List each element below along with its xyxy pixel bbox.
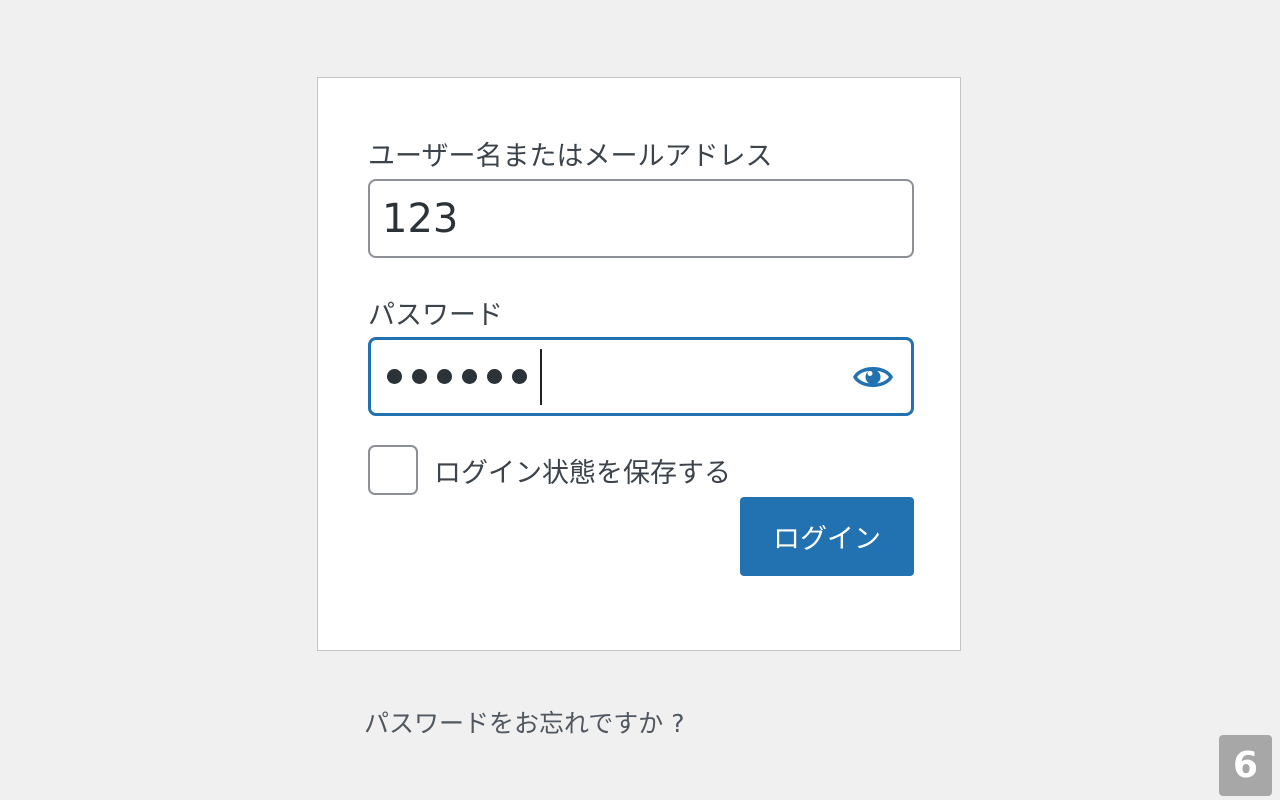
- password-dot: [437, 369, 452, 384]
- password-dot: [412, 369, 427, 384]
- password-mask: [387, 369, 527, 384]
- password-input[interactable]: [368, 337, 914, 416]
- password-label: パスワード: [368, 300, 503, 331]
- text-caret: [540, 349, 542, 405]
- password-dot: [487, 369, 502, 384]
- remember-me: ログイン状態を保存する: [368, 445, 731, 495]
- username-label: ユーザー名またはメールアドレス: [368, 141, 773, 172]
- password-dot: [512, 369, 527, 384]
- password-dot: [387, 369, 402, 384]
- eye-icon[interactable]: [853, 362, 893, 392]
- username-value: 123: [382, 196, 459, 242]
- password-dot: [462, 369, 477, 384]
- username-input[interactable]: 123: [368, 179, 914, 258]
- lost-password-link[interactable]: パスワードをお忘れですか ?: [364, 704, 684, 740]
- remember-label[interactable]: ログイン状態を保存する: [434, 451, 731, 490]
- remember-checkbox[interactable]: [368, 445, 418, 495]
- login-button[interactable]: ログイン: [740, 497, 914, 576]
- login-form: ユーザー名またはメールアドレス 123 パスワード ログイン状態を保存する ログ…: [317, 77, 961, 651]
- page-number-badge: 6: [1219, 735, 1272, 796]
